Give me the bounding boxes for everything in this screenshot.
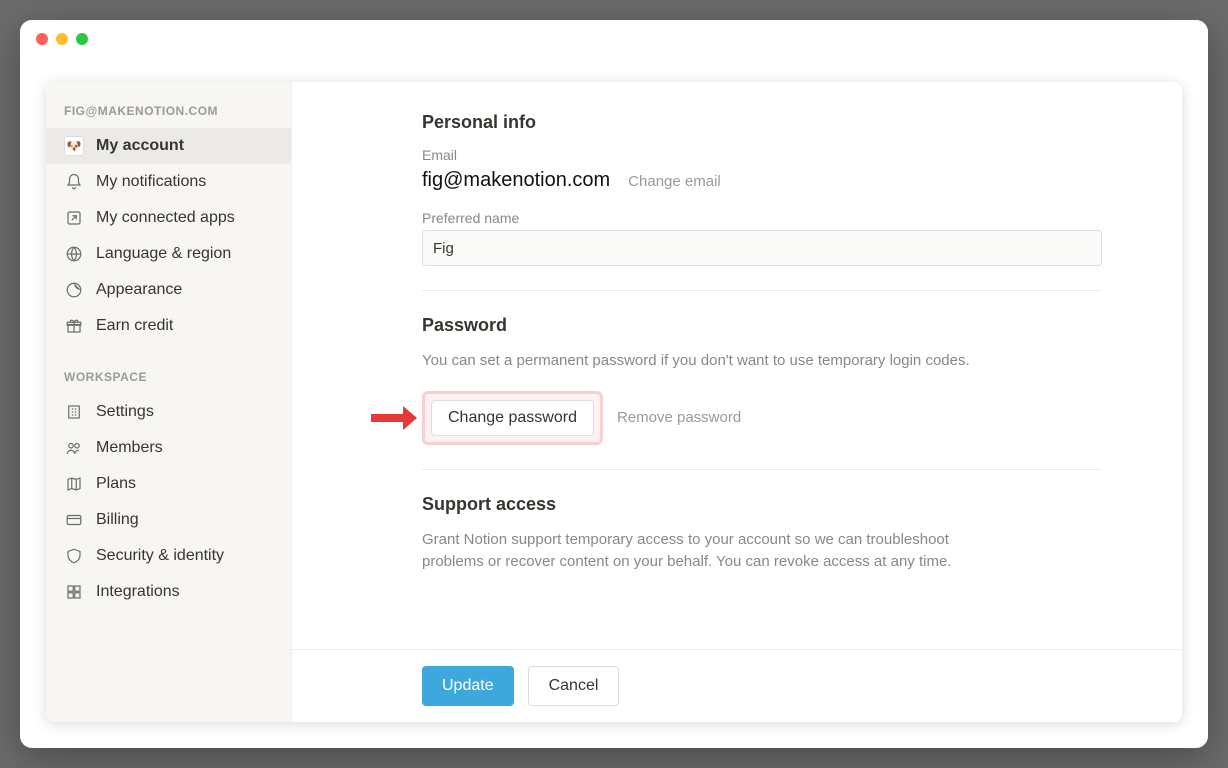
sidebar-item-label: Members [96, 439, 163, 457]
change-password-button[interactable]: Change password [431, 400, 594, 436]
close-icon[interactable] [36, 33, 48, 45]
building-icon [64, 402, 84, 422]
divider [422, 469, 1102, 470]
update-button[interactable]: Update [422, 666, 514, 706]
sidebar-item-label: Appearance [96, 281, 182, 299]
password-help: You can set a permanent password if you … [422, 350, 1012, 373]
grid-icon [64, 582, 84, 602]
sidebar-item-label: My notifications [96, 173, 206, 191]
sidebar-item-billing[interactable]: Billing [46, 502, 291, 538]
map-icon [64, 474, 84, 494]
sidebar-item-earn-credit[interactable]: Earn credit [46, 308, 291, 344]
arrow-annotation-icon [369, 404, 417, 432]
settings-main: Personal info Email fig@makenotion.com C… [292, 82, 1182, 722]
sidebar-item-members[interactable]: Members [46, 430, 291, 466]
app-window: FIG@MAKENOTION.COM 🐶 My account My notif… [20, 20, 1208, 748]
sidebar-item-label: My account [96, 137, 184, 155]
minimize-icon[interactable] [56, 33, 68, 45]
sidebar-item-label: Plans [96, 475, 136, 493]
window-controls [36, 33, 88, 45]
sidebar-item-label: Integrations [96, 583, 180, 601]
titlebar [20, 20, 1208, 58]
sidebar-item-integrations[interactable]: Integrations [46, 574, 291, 610]
arrow-up-right-square-icon [64, 208, 84, 228]
maximize-icon[interactable] [76, 33, 88, 45]
sidebar-item-label: Billing [96, 511, 139, 529]
gift-icon [64, 316, 84, 336]
divider [422, 290, 1102, 291]
personal-info-heading: Personal info [422, 112, 1102, 133]
cancel-button[interactable]: Cancel [528, 666, 620, 706]
preferred-name-input[interactable] [422, 230, 1102, 266]
bell-icon [64, 172, 84, 192]
sidebar-item-notifications[interactable]: My notifications [46, 164, 291, 200]
sidebar-item-plans[interactable]: Plans [46, 466, 291, 502]
people-icon [64, 438, 84, 458]
footer-actions: Update Cancel [292, 649, 1182, 722]
sidebar-item-label: Language & region [96, 245, 231, 263]
sidebar-item-security[interactable]: Security & identity [46, 538, 291, 574]
email-label: Email [422, 147, 1102, 163]
sidebar-workspace-header: WORKSPACE [46, 366, 291, 394]
sidebar-item-label: Settings [96, 403, 154, 421]
sidebar-item-label: My connected apps [96, 209, 235, 227]
globe-icon [64, 244, 84, 264]
sidebar-item-label: Earn credit [96, 317, 173, 335]
sidebar-item-connected-apps[interactable]: My connected apps [46, 200, 291, 236]
moon-icon [64, 280, 84, 300]
shield-icon [64, 546, 84, 566]
highlight-callout: Change password [422, 391, 603, 445]
avatar-icon: 🐶 [64, 136, 84, 156]
change-email-link[interactable]: Change email [628, 173, 721, 190]
support-access-heading: Support access [422, 494, 1102, 515]
sidebar-item-my-account[interactable]: 🐶 My account [46, 128, 291, 164]
remove-password-link[interactable]: Remove password [617, 409, 741, 426]
preferred-name-label: Preferred name [422, 210, 1102, 226]
credit-card-icon [64, 510, 84, 530]
sidebar-item-settings[interactable]: Settings [46, 394, 291, 430]
settings-sidebar: FIG@MAKENOTION.COM 🐶 My account My notif… [46, 82, 292, 722]
support-access-help: Grant Notion support temporary access to… [422, 529, 1012, 574]
sidebar-account-email: FIG@MAKENOTION.COM [46, 100, 291, 128]
sidebar-item-appearance[interactable]: Appearance [46, 272, 291, 308]
password-heading: Password [422, 315, 1102, 336]
email-value: fig@makenotion.com [422, 169, 610, 192]
sidebar-item-language-region[interactable]: Language & region [46, 236, 291, 272]
sidebar-item-label: Security & identity [96, 547, 224, 565]
